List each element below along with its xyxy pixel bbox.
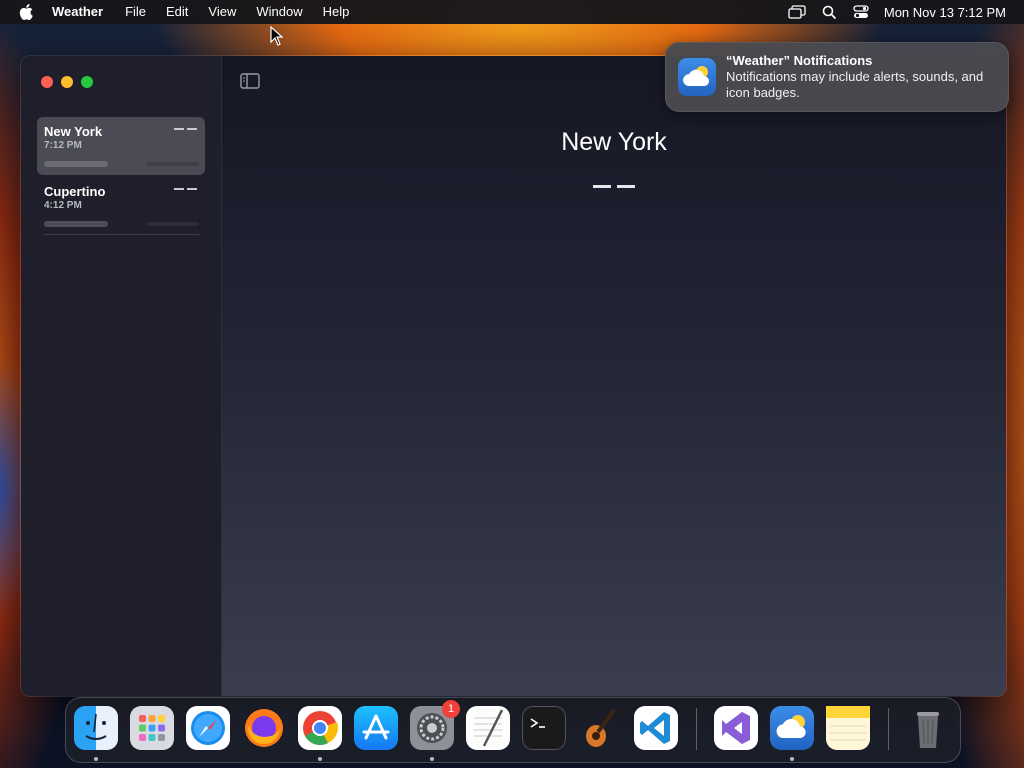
city-time: 7:12 PM <box>44 140 82 151</box>
safari-icon[interactable] <box>186 706 230 750</box>
notification-badge: 1 <box>442 700 460 718</box>
menu-app-name[interactable]: Weather <box>52 0 115 24</box>
dock-separator <box>696 708 697 750</box>
trash-icon[interactable] <box>906 706 950 750</box>
control-center-icon[interactable] <box>852 5 870 19</box>
system-settings-running-indicator <box>430 757 434 761</box>
apple-menu-icon[interactable] <box>0 0 52 24</box>
chrome-icon[interactable] <box>298 706 342 750</box>
menu-bar-clock[interactable]: Mon Nov 13 7:12 PM <box>884 5 1006 20</box>
spotlight-search-icon[interactable] <box>820 5 838 19</box>
system-settings-icon[interactable]: 1 <box>410 700 460 750</box>
app-store-icon[interactable] <box>354 706 398 750</box>
notification-body: Notifications may include alerts, sounds… <box>726 69 984 100</box>
dock-separator <box>888 708 889 750</box>
city-temperature-placeholder <box>174 188 197 190</box>
notes-icon[interactable] <box>826 706 870 750</box>
condition-placeholder-bar <box>44 221 108 227</box>
menu-view[interactable]: View <box>198 0 246 24</box>
mouse-pointer-icon <box>270 25 284 46</box>
zoom-button[interactable] <box>81 76 93 88</box>
menu-file[interactable]: File <box>115 0 156 24</box>
condition-placeholder-bar <box>44 161 108 167</box>
menu-help[interactable]: Help <box>313 0 360 24</box>
sidebar-item-cupertino[interactable]: Cupertino 4:12 PM <box>37 177 205 235</box>
current-temperature-placeholder <box>593 185 635 188</box>
high-low-placeholder-bar <box>147 162 199 166</box>
screen-mirroring-icon[interactable] <box>788 5 806 19</box>
terminal-icon[interactable] <box>522 706 566 750</box>
weather-window: New York 7:12 PM Cupertino 4:12 PM New Y… <box>20 55 1007 697</box>
garageband-icon[interactable] <box>578 706 622 750</box>
sidebar-divider <box>43 234 199 235</box>
sidebar-toggle-icon[interactable] <box>240 73 260 89</box>
chrome-running-indicator <box>318 757 322 761</box>
launchpad-icon[interactable] <box>130 706 174 750</box>
notification-title: “Weather” Notifications <box>726 53 873 68</box>
firefox-icon[interactable] <box>242 706 286 750</box>
high-low-placeholder-bar <box>147 222 199 226</box>
weather-app-icon <box>678 58 716 96</box>
sidebar-item-new-york[interactable]: New York 7:12 PM <box>37 117 205 175</box>
textedit-icon[interactable] <box>466 706 510 750</box>
main-weather-panel: New York <box>222 56 1006 696</box>
weather-running-indicator <box>790 757 794 761</box>
notification-banner[interactable]: “Weather” Notifications Notifications ma… <box>665 42 1009 112</box>
vscode-icon[interactable] <box>634 706 678 750</box>
weather-icon[interactable] <box>770 706 814 750</box>
visual-studio-icon[interactable] <box>714 706 758 750</box>
city-time: 4:12 PM <box>44 200 82 211</box>
finder-icon[interactable] <box>74 706 118 750</box>
city-temperature-placeholder <box>174 128 197 130</box>
window-controls <box>41 76 93 88</box>
current-city-title: New York <box>561 128 667 156</box>
menu-bar: Weather File Edit View Window Help Mon N… <box>0 0 1024 24</box>
minimize-button[interactable] <box>61 76 73 88</box>
city-name: Cupertino <box>44 184 106 199</box>
menu-edit[interactable]: Edit <box>156 0 198 24</box>
menu-window[interactable]: Window <box>246 0 312 24</box>
close-button[interactable] <box>41 76 53 88</box>
sidebar: New York 7:12 PM Cupertino 4:12 PM <box>21 56 222 696</box>
dock: 1 <box>65 697 961 763</box>
finder-running-indicator <box>94 757 98 761</box>
city-name: New York <box>44 124 103 139</box>
